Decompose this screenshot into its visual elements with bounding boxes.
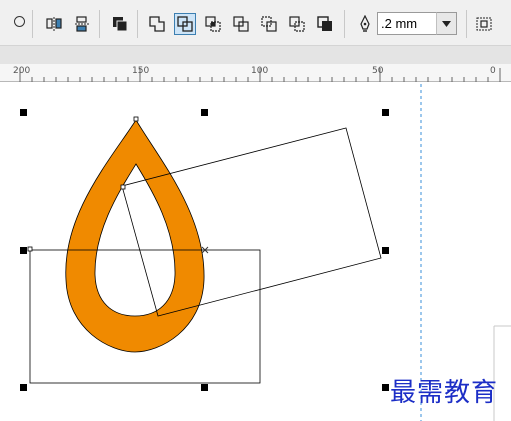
horizontal-ruler[interactable]: 200 150 100 50 0 <box>0 64 511 82</box>
document-tab-strip <box>0 46 511 64</box>
toolbar-separator <box>344 10 345 38</box>
toolbar-separator <box>32 10 33 38</box>
watermark-text: 最需教育 <box>390 378 499 408</box>
rotated-rectangle-object[interactable] <box>121 127 382 317</box>
create-boundary-button[interactable] <box>314 13 336 35</box>
weld-icon <box>149 16 165 32</box>
mirror-vertical-button[interactable] <box>71 13 93 35</box>
ruler-label: 150 <box>132 66 150 76</box>
combine-button[interactable] <box>109 13 131 35</box>
ruler-label: 100 <box>251 66 269 76</box>
chevron-down-icon <box>442 20 451 27</box>
drawing-canvas[interactable] <box>0 82 511 421</box>
back-minus-front-icon <box>289 16 305 32</box>
outline-width-dropdown[interactable] <box>436 12 457 35</box>
align-button[interactable] <box>473 13 495 35</box>
node-handle[interactable] <box>133 116 139 122</box>
trim-button[interactable] <box>174 13 196 35</box>
weld-button[interactable] <box>146 13 168 35</box>
align-icon <box>476 17 492 31</box>
toolbar-separator <box>466 10 467 38</box>
front-minus-back-icon <box>261 16 277 32</box>
orange-drop-shape[interactable] <box>65 119 205 353</box>
outline-pen-button[interactable] <box>354 13 376 35</box>
ruler-label: 50 <box>372 66 384 76</box>
node-handle[interactable] <box>27 246 33 252</box>
mirror-vertical-icon <box>75 16 89 32</box>
property-bar: .2 mm <box>0 0 511 46</box>
pen-nib-icon <box>360 15 370 32</box>
combine-icon <box>113 17 128 32</box>
simplify-icon <box>233 16 249 32</box>
trim-icon <box>177 16 193 32</box>
node-handle[interactable] <box>120 184 126 190</box>
simplify-button[interactable] <box>230 13 252 35</box>
create-boundary-icon <box>317 16 332 31</box>
ruler-label: 200 <box>13 66 31 76</box>
toolbar-separator <box>99 10 100 38</box>
mirror-horizontal-button[interactable] <box>43 13 65 35</box>
intersect-icon <box>205 16 221 32</box>
front-minus-back-button[interactable] <box>258 13 280 35</box>
circle-icon[interactable] <box>14 16 25 27</box>
ruler-label: 0 <box>490 66 496 76</box>
back-minus-front-button[interactable] <box>286 13 308 35</box>
mirror-horizontal-icon <box>46 17 62 31</box>
intersect-button[interactable] <box>202 13 224 35</box>
toolbar-separator <box>137 10 138 38</box>
